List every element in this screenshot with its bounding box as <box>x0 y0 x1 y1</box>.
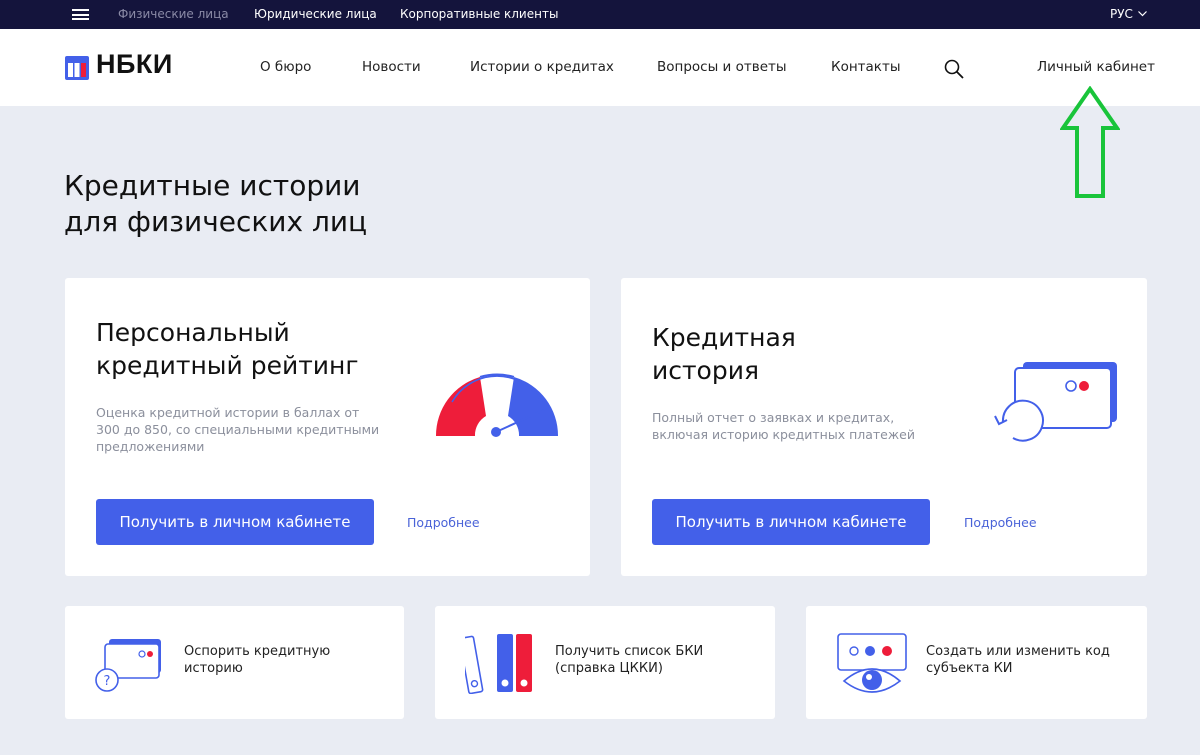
nav-contacts[interactable]: Контакты <box>831 29 900 106</box>
card-description: Полный отчет о заявках и кредитах, включ… <box>652 409 915 443</box>
card-title-line-2: кредитный рейтинг <box>96 351 359 380</box>
binders-icon <box>465 634 532 694</box>
small-card-label-line: Оспорить кредитную <box>184 644 331 659</box>
language-switcher[interactable]: РУС <box>1110 0 1147 29</box>
search-icon[interactable] <box>944 59 964 79</box>
page-title: Кредитные истории для физических лиц <box>64 168 367 240</box>
history-more-link[interactable]: Подробнее <box>964 515 1037 530</box>
small-card-label-line: Получить список БКИ <box>555 644 704 659</box>
card-description-line: включая историю кредитных платежей <box>652 427 915 442</box>
small-card-label-line: (справка ЦККИ) <box>555 661 663 676</box>
card-title: Персональный кредитный рейтинг <box>96 316 359 382</box>
dispute-card-icon: ? <box>95 639 161 692</box>
page-title-line-2: для физических лиц <box>64 205 368 238</box>
nav-credit-stories[interactable]: Истории о кредитах <box>470 29 614 106</box>
eye-code-icon <box>837 633 907 693</box>
card-description-line: Оценка кредитной истории в баллах от <box>96 405 360 420</box>
segment-legal-entities[interactable]: Юридические лица <box>254 0 377 29</box>
rating-gauge-icon <box>435 373 559 437</box>
segment-corporate[interactable]: Корпоративные клиенты <box>400 0 558 29</box>
card-description: Оценка кредитной истории в баллах от 300… <box>96 404 379 455</box>
get-rating-button[interactable]: Получить в личном кабинете <box>96 499 374 545</box>
logo-icon[interactable] <box>65 56 89 80</box>
credit-history-card: Кредитная история Полный отчет о заявках… <box>621 278 1147 576</box>
chevron-down-icon <box>1138 11 1147 17</box>
nav-news[interactable]: Новости <box>362 29 421 106</box>
logo-text[interactable]: НБКИ <box>96 49 173 80</box>
menu-icon[interactable] <box>72 9 89 20</box>
bki-list-card[interactable]: Получить список БКИ (справка ЦККИ) <box>435 606 775 719</box>
rating-more-link[interactable]: Подробнее <box>407 515 480 530</box>
small-card-label: Создать или изменить код субъекта КИ <box>926 643 1110 677</box>
small-card-label-line: историю <box>184 661 243 676</box>
svg-text:?: ? <box>104 674 111 689</box>
subject-code-card[interactable]: Создать или изменить код субъекта КИ <box>806 606 1147 719</box>
credit-rating-card: Персональный кредитный рейтинг Оценка кр… <box>65 278 590 576</box>
card-title: Кредитная история <box>652 321 796 387</box>
credit-card-history-icon <box>994 362 1117 442</box>
segment-individuals[interactable]: Физические лица <box>118 0 229 29</box>
site-header: НБКИ О бюро Новости Истории о кредитах В… <box>0 29 1200 106</box>
small-card-label: Оспорить кредитную историю <box>184 643 330 677</box>
annotation-arrow-up-icon <box>1060 86 1120 198</box>
card-description-line: 300 до 850, со специальными кредитными <box>96 422 380 437</box>
page-title-line-1: Кредитные истории <box>64 169 361 202</box>
nav-about[interactable]: О бюро <box>260 29 311 106</box>
nav-faq[interactable]: Вопросы и ответы <box>657 29 787 106</box>
small-card-label-line: Создать или изменить код <box>926 644 1110 659</box>
dispute-history-card[interactable]: ? Оспорить кредитную историю <box>65 606 404 719</box>
card-title-line-2: история <box>652 356 760 385</box>
small-card-label: Получить список БКИ (справка ЦККИ) <box>555 643 703 677</box>
small-card-label-line: субъекта КИ <box>926 661 1013 676</box>
card-title-line-1: Персональный <box>96 318 290 347</box>
language-label: РУС <box>1110 7 1133 21</box>
card-description-line: предложениями <box>96 439 205 454</box>
card-description-line: Полный отчет о заявках и кредитах, <box>652 410 895 425</box>
card-title-line-1: Кредитная <box>652 323 796 352</box>
top-bar: Физические лица Юридические лица Корпора… <box>0 0 1200 29</box>
get-history-button[interactable]: Получить в личном кабинете <box>652 499 930 545</box>
